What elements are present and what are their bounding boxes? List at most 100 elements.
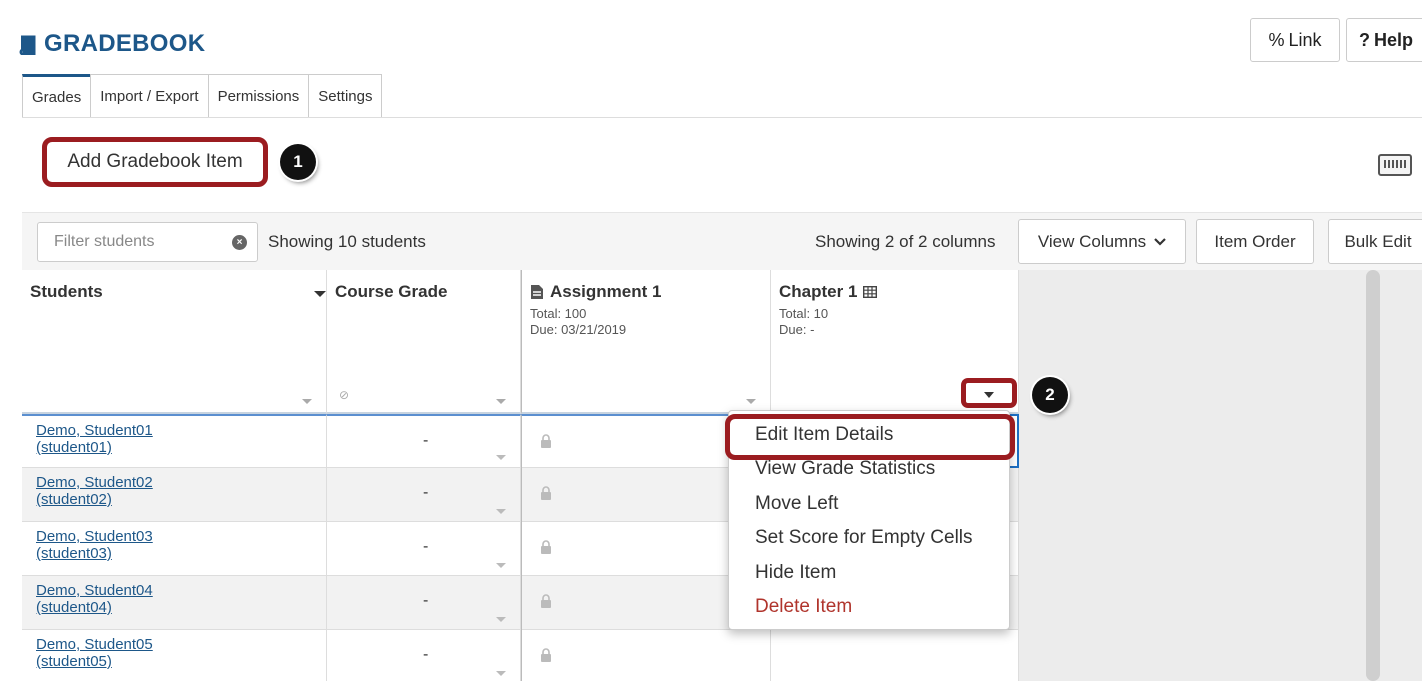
menu-item-view-grade-statistics[interactable]: View Grade Statistics	[755, 458, 935, 480]
table-row: Demo, Student05 (student05) -	[22, 630, 1019, 681]
chevron-down-icon[interactable]	[496, 671, 506, 676]
column-title: Chapter 1	[779, 282, 878, 302]
chapter-total: Total: 10	[779, 306, 829, 321]
chevron-down-icon[interactable]	[496, 399, 506, 404]
help-label: Help	[1374, 29, 1414, 50]
course-grade-cell[interactable]: -	[327, 576, 521, 630]
document-icon	[531, 285, 543, 299]
student-cell: Demo, Student04 (student04)	[22, 576, 327, 630]
course-grade-cell[interactable]: -	[327, 522, 521, 576]
student-id-link[interactable]: (student04)	[36, 599, 326, 616]
table-icon	[863, 286, 878, 298]
tab-settings[interactable]: Settings	[308, 74, 383, 118]
course-grade-cell[interactable]: -	[327, 468, 521, 522]
clear-icon[interactable]: ×	[232, 235, 247, 250]
tab-divider	[22, 117, 1422, 118]
tab-bar: Grades Import / Export Permissions Setti…	[22, 74, 383, 118]
student-name-link[interactable]: Demo, Student02	[36, 474, 326, 491]
lock-icon	[541, 648, 551, 662]
column-header-course-grade[interactable]: Course Grade ⊘	[327, 270, 521, 414]
lock-icon	[541, 434, 551, 448]
showing-columns-text: Showing 2 of 2 columns	[815, 232, 996, 251]
lock-icon	[541, 486, 551, 500]
column-header-chapter[interactable]: Chapter 1 Total: 10 Due: -	[771, 270, 1019, 414]
showing-students-text: Showing 10 students	[268, 232, 426, 251]
student-cell: Demo, Student01 (student01)	[22, 414, 327, 468]
student-id-link[interactable]: (student02)	[36, 491, 326, 508]
column-title: Assignment 1	[530, 282, 661, 302]
chevron-down-icon	[1154, 237, 1166, 246]
student-id-link[interactable]: (student05)	[36, 653, 326, 670]
item-order-button[interactable]: Item Order	[1196, 219, 1314, 264]
eye-slash-icon: ⊘	[339, 388, 350, 402]
assignment-meta: Total: 100 Due: 03/21/2019	[530, 306, 626, 338]
menu-item-hide-item[interactable]: Hide Item	[755, 562, 836, 584]
horizontal-scrollbar[interactable]	[1366, 270, 1380, 681]
student-name-link[interactable]: Demo, Student03	[36, 528, 326, 545]
chapter-due: Due: -	[779, 322, 815, 337]
student-name-link[interactable]: Demo, Student04	[36, 582, 326, 599]
chevron-down-icon[interactable]	[496, 617, 506, 622]
lock-icon	[541, 594, 551, 608]
help-button[interactable]: ? Help	[1346, 18, 1422, 62]
chapter-name: Chapter 1	[779, 282, 858, 301]
student-cell: Demo, Student02 (student02)	[22, 468, 327, 522]
assignment-total: Total: 100	[530, 306, 587, 321]
course-grade-value: -	[423, 484, 429, 501]
tab-import-export[interactable]: Import / Export	[90, 74, 209, 118]
page-title: GRADEBOOK	[18, 30, 205, 58]
course-grade-value: -	[423, 432, 429, 449]
column-header-assignment[interactable]: Assignment 1 Total: 100 Due: 03/21/2019	[521, 270, 771, 414]
callout-2: 2	[1032, 377, 1068, 413]
menu-item-move-left[interactable]: Move Left	[755, 493, 838, 515]
add-gradebook-item-button[interactable]: Add Gradebook Item	[42, 137, 268, 187]
link-icon: %	[1268, 29, 1285, 50]
column-dropdown-menu: Edit Item Details View Grade Statistics …	[725, 410, 1015, 630]
tab-permissions[interactable]: Permissions	[207, 74, 310, 118]
column-title: Students	[30, 282, 103, 301]
view-columns-label: View Columns	[1037, 231, 1147, 251]
menu-item-set-score-empty-cells[interactable]: Set Score for Empty Cells	[755, 527, 973, 549]
chevron-down-icon[interactable]	[302, 399, 312, 404]
tab-grades[interactable]: Grades	[22, 74, 92, 118]
course-grade-cell[interactable]: -	[327, 414, 521, 468]
assignment-due: Due: 03/21/2019	[530, 322, 627, 337]
course-grade-value: -	[423, 592, 429, 609]
chevron-down-icon[interactable]	[746, 399, 756, 404]
keyboard-icon[interactable]	[1378, 154, 1412, 176]
filter-students-input[interactable]: Filter students ×	[37, 222, 258, 262]
chevron-down-icon[interactable]	[496, 509, 506, 514]
book-icon	[18, 34, 36, 56]
student-cell: Demo, Student05 (student05)	[22, 630, 327, 681]
student-name-link[interactable]: Demo, Student01	[36, 422, 326, 439]
chapter-meta: Total: 10 Due: -	[779, 306, 828, 338]
bulk-edit-button[interactable]: Bulk Edit	[1328, 219, 1422, 264]
chapter-menu-button[interactable]	[961, 378, 1017, 408]
column-title: Course Grade	[335, 282, 448, 301]
chevron-down-icon[interactable]	[496, 563, 506, 568]
view-columns-button[interactable]: View Columns	[1018, 219, 1186, 264]
lock-icon	[541, 540, 551, 554]
help-icon: ?	[1359, 29, 1370, 50]
link-button[interactable]: % Link	[1250, 18, 1340, 62]
assignment-cell[interactable]	[521, 630, 771, 681]
student-id-link[interactable]: (student03)	[36, 545, 326, 562]
student-name-link[interactable]: Demo, Student05	[36, 636, 326, 653]
empty-grid-area	[1019, 270, 1422, 681]
chevron-down-icon[interactable]	[496, 455, 506, 460]
course-grade-value: -	[423, 538, 429, 555]
student-cell: Demo, Student03 (student03)	[22, 522, 327, 576]
menu-item-delete-item[interactable]: Delete Item	[755, 596, 852, 618]
link-label: Link	[1288, 29, 1322, 50]
course-grade-value: -	[423, 646, 429, 663]
student-id-link[interactable]: (student01)	[36, 439, 326, 456]
filter-placeholder: Filter students	[54, 233, 155, 250]
course-grade-cell[interactable]: -	[327, 630, 521, 681]
column-header-students[interactable]: Students	[22, 270, 327, 414]
sort-caret-icon[interactable]	[314, 291, 326, 297]
menu-item-edit-item-details[interactable]: Edit Item Details	[755, 424, 893, 446]
chapter-cell[interactable]	[771, 630, 1019, 681]
callout-1: 1	[280, 144, 316, 180]
page-title-text: GRADEBOOK	[44, 30, 206, 57]
assignment-name: Assignment 1	[550, 282, 662, 301]
